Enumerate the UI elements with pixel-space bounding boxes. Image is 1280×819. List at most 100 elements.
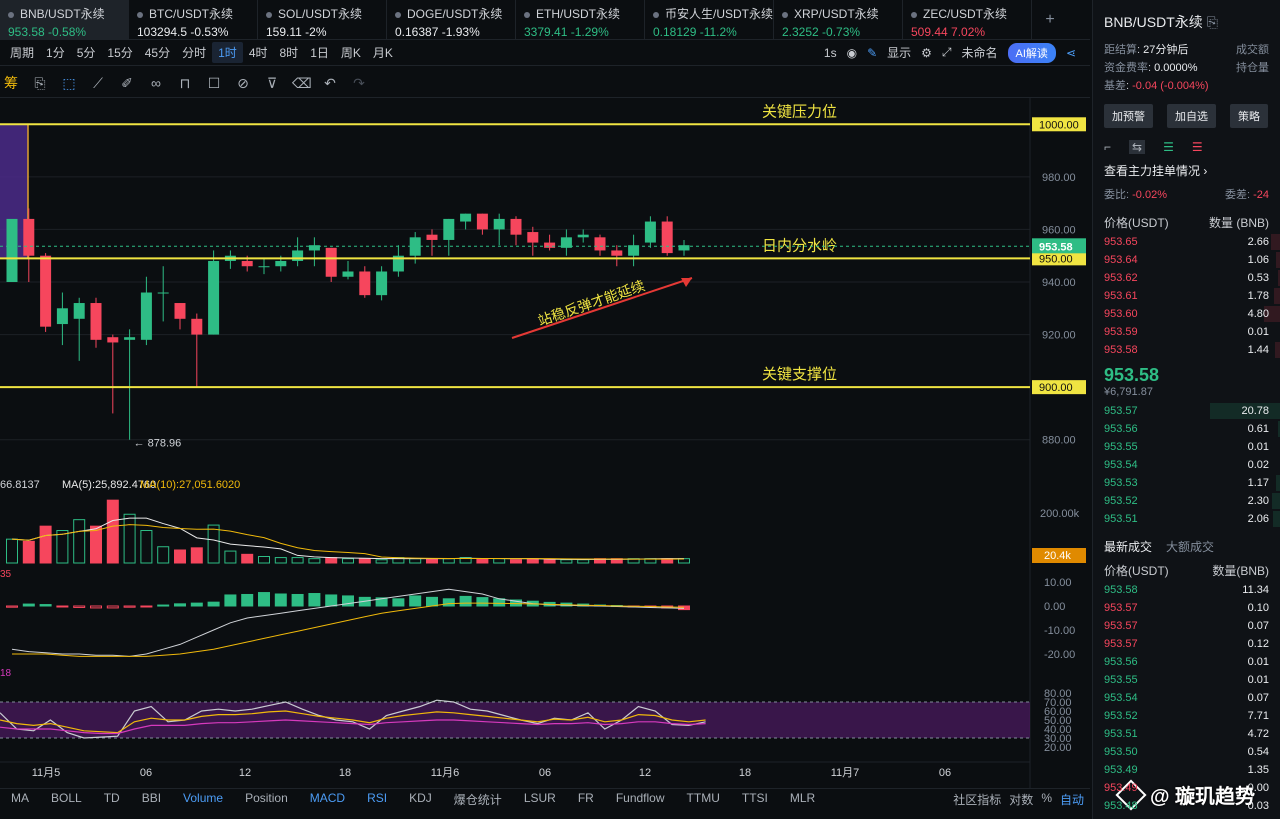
timeframe-option[interactable]: 8时 [274,42,305,63]
ai-analysis-button[interactable]: AI解读 [1007,42,1056,63]
display-button[interactable]: 显示 [887,44,911,61]
timeframe-option[interactable]: 月K [367,42,399,63]
filter-icon[interactable]: ⊽ [263,74,281,92]
timeframe-option[interactable]: 1分 [40,42,71,63]
orderbook-qty: 20.78 [1241,405,1269,417]
indicator-toggle[interactable]: 爆仓统计 [443,791,513,808]
chip-distribution-icon[interactable]: 筹 [2,74,20,92]
orderbook-row[interactable]: 953.58 1.44 [1093,341,1280,359]
orderbook-row[interactable]: 953.64 1.06 [1093,251,1280,269]
symbol-tab[interactable]: DOGE/USDT永续 0.16387 -1.93% [387,0,516,39]
time-tick-label: 11月7 [831,767,860,779]
cursor-icon[interactable]: ⬚ [60,74,78,92]
layout-name[interactable]: 未命名 [962,44,998,61]
indicator-toggle[interactable]: KDJ [398,791,443,808]
mid-price-cny: ¥6,791.87 [1104,386,1153,398]
book-bids-icon[interactable]: ☰ [1163,140,1174,154]
orderbook-row[interactable]: 953.54 0.02 [1093,456,1280,474]
timeframe-option[interactable]: 45分 [139,42,176,63]
symbol-tab[interactable]: 币安人生/USDT永续 0.18129 -11.2% [645,0,774,39]
orderbook-row[interactable]: 953.60 4.80 [1093,305,1280,323]
camera-icon[interactable]: ◉ [847,46,857,60]
indicator-toggle[interactable]: TTMU [676,791,731,808]
pattern-icon[interactable]: ∞ [147,74,165,92]
macd-histogram-bar [241,593,254,607]
timeframe-option[interactable]: 1日 [304,42,335,63]
scale-option[interactable]: % [1041,791,1052,808]
orderbook-row[interactable]: 953.51 2.06 [1093,510,1280,528]
indicator-toggle[interactable]: RSI [356,791,398,808]
scale-option[interactable]: 社区指标 [953,791,1001,808]
book-both-icon[interactable]: ⌐ [1104,140,1111,154]
symbol-tab[interactable]: BTC/USDT永续 103294.5 -0.53% [129,0,258,39]
undo-icon[interactable]: ↶ [321,74,339,92]
orderbook-row[interactable]: 953.59 0.01 [1093,323,1280,341]
tab-latest-trades[interactable]: 最新成交 [1104,538,1152,555]
indicator-toggle[interactable]: MACD [299,791,356,808]
book-asks-icon[interactable]: ☰ [1192,140,1203,154]
fullscreen-icon[interactable]: ⤢ [942,45,952,60]
indicator-toggle[interactable]: TD [93,791,131,808]
indicator-toggle[interactable]: BOLL [40,791,93,808]
period-label[interactable]: 周期 [4,42,40,63]
volume-bar [426,558,438,564]
add-tab-button[interactable]: + [1032,0,1068,39]
timeframe-option[interactable]: 5分 [71,42,102,63]
orderbook-row[interactable]: 953.56 0.61 [1093,420,1280,438]
symbol-tab[interactable]: ETH/USDT永续 3379.41 -1.29% [516,0,645,39]
share-icon[interactable]: ⋖ [1066,46,1076,60]
scale-option[interactable]: 对数 [1009,791,1033,808]
orderbook-row[interactable]: 953.57 20.78 [1093,402,1280,420]
trade-row: 953.52 7.71 [1093,707,1280,725]
orderbook-row[interactable]: 953.55 0.01 [1093,438,1280,456]
indicator-toggle[interactable]: MLR [779,791,826,808]
volume-bar [190,547,203,564]
note-icon[interactable]: ☐ [205,74,223,92]
copy-icon[interactable]: ⎘ [1207,14,1218,30]
scale-option[interactable]: 自动 [1060,791,1084,808]
timeframe-option[interactable]: 15分 [101,42,138,63]
sidebar-action-button[interactable]: 加预警 [1104,104,1153,128]
orderbook-row[interactable]: 953.53 1.17 [1093,474,1280,492]
timeframe-option[interactable]: 1时 [212,42,243,63]
indicator-icon[interactable]: ⎘ [31,74,49,92]
indicator-toggle[interactable]: Position [234,791,299,808]
orderbook-row[interactable]: 953.61 1.78 [1093,287,1280,305]
symbol-tab[interactable]: ZEC/USDT永续 509.44 7.02% [903,0,1032,39]
lock-icon[interactable]: ⊓ [176,74,194,92]
orderbook-link[interactable]: 查看主力挂单情况 › [1093,154,1280,179]
book-split-icon[interactable]: ⇆ [1129,140,1146,154]
timeframe-option[interactable]: 周K [335,42,367,63]
sidebar-action-button[interactable]: 策略 [1230,104,1268,128]
trash-icon[interactable]: ⌫ [292,74,312,92]
timeframe-option[interactable]: 4时 [243,42,274,63]
settings-icon[interactable]: ⚙ [921,46,932,60]
indicator-toggle[interactable]: BBI [131,791,172,808]
symbol-tab[interactable]: XRP/USDT永续 2.3252 -0.73% [774,0,903,39]
indicator-toggle[interactable]: MA [0,791,40,808]
indicator-toggle[interactable]: LSUR [513,791,567,808]
brush-icon[interactable]: ✐ [118,74,136,92]
refresh-rate[interactable]: 1s [824,46,837,60]
symbol-tab[interactable]: SOL/USDT永续 159.11 -2% [258,0,387,39]
chart-area[interactable]: 1000.00 980.00 960.00 940.00 920.00 900.00 880… [0,98,1090,788]
orderbook-price: 953.61 [1104,290,1138,302]
trade-qty: 1.35 [1247,764,1269,776]
orderbook-row[interactable]: 953.65 2.66 [1093,233,1280,251]
candle-body [275,260,287,267]
pen-icon[interactable]: ✎ [867,46,877,60]
symbol-tab-price: 509.44 [911,25,952,39]
tab-large-trades[interactable]: 大额成交 [1166,538,1214,555]
orderbook-row[interactable]: 953.52 2.30 [1093,492,1280,510]
ruler-icon[interactable]: ⟋ [89,74,107,92]
orderbook-row[interactable]: 953.62 0.53 [1093,269,1280,287]
indicator-toggle[interactable]: Volume [172,791,234,808]
symbol-tab[interactable]: BNB/USDT永续 953.58 -0.58% [0,0,129,39]
indicator-toggle[interactable]: TTSI [731,791,779,808]
indicator-toggle[interactable]: Fundflow [605,791,676,808]
redo-icon[interactable]: ↷ [350,74,368,92]
magnet-icon[interactable]: ⊘ [234,74,252,92]
indicator-toggle[interactable]: FR [567,791,605,808]
sidebar-action-button[interactable]: 加自选 [1167,104,1216,128]
timeframe-option[interactable]: 分时 [176,42,212,63]
